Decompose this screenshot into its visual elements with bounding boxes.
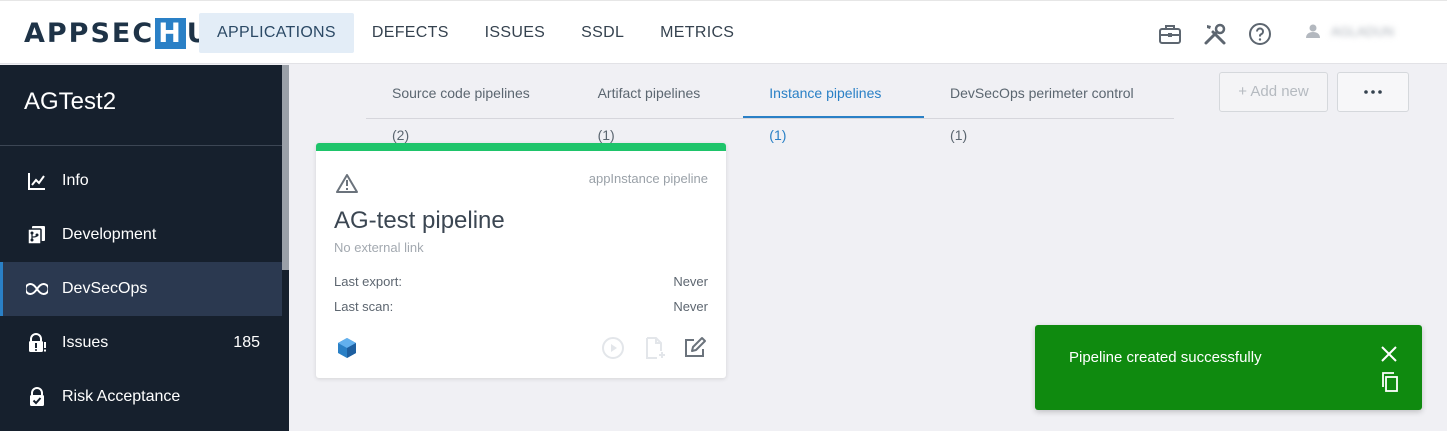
pipeline-card[interactable]: appInstance pipeline AG-test pipeline No…	[316, 143, 726, 378]
briefcase-icon[interactable]	[1157, 21, 1183, 47]
pipeline-type: appInstance pipeline	[588, 171, 708, 186]
tab-source-code-pipelines[interactable]: Source code pipelines (2)	[366, 72, 572, 143]
cube-icon	[334, 335, 360, 361]
sidebar-item-label: Risk Acceptance	[62, 388, 181, 405]
sidebar-item-label: Development	[62, 226, 157, 243]
nav-metrics[interactable]: METRICS	[642, 13, 752, 53]
success-toast: Pipeline created successfully	[1035, 325, 1422, 410]
top-navigation-bar: APPSECHUB APPLICATIONS DEFECTS ISSUES SS…	[0, 0, 1447, 64]
sidebar-item-risk-acceptance[interactable]: Risk Acceptance	[0, 370, 282, 424]
sidebar-item-label: Info	[62, 172, 89, 189]
add-new-button[interactable]: + Add new	[1219, 72, 1328, 112]
user-menu[interactable]: AGLADUN	[1305, 23, 1394, 39]
pipeline-tabs: Source code pipelines (2) Artifact pipel…	[366, 72, 1174, 143]
last-export-value: Never	[673, 274, 708, 289]
pipeline-title: AG-test pipeline	[334, 207, 505, 234]
nav-applications[interactable]: APPLICATIONS	[199, 13, 354, 53]
lock-alert-icon	[26, 332, 48, 354]
play-icon[interactable]	[600, 335, 626, 361]
pipeline-actions	[334, 335, 708, 361]
tab-instance-pipelines[interactable]: Instance pipelines (1)	[743, 72, 925, 143]
logo-h: H	[155, 18, 186, 49]
application-title: AGTest2	[24, 88, 117, 115]
tools-icon[interactable]	[1202, 21, 1228, 47]
sidebar-scrollbar[interactable]	[282, 65, 289, 270]
user-name: AGLADUN	[1331, 23, 1394, 39]
edit-icon[interactable]	[682, 335, 708, 361]
issues-count-badge: 185	[233, 334, 260, 351]
tab-artifact-pipelines[interactable]: Artifact pipelines (1)	[572, 72, 744, 143]
close-icon[interactable]	[1378, 343, 1400, 365]
code-branch-icon	[26, 224, 48, 246]
sidebar-item-devsecops[interactable]: DevSecOps	[0, 262, 282, 316]
header-icons	[1157, 21, 1292, 47]
infinity-icon	[26, 278, 48, 300]
sidebar-item-info[interactable]: Info	[0, 154, 282, 208]
logo-prefix: APPSEC	[24, 18, 155, 49]
last-export-row: Last export: Never	[334, 274, 708, 289]
user-icon	[1306, 24, 1320, 38]
nav-issues[interactable]: ISSUES	[467, 13, 564, 53]
sidebar-item-label: DevSecOps	[62, 280, 148, 297]
nav-ssdl[interactable]: SSDL	[563, 13, 642, 53]
last-export-label: Last export:	[334, 274, 402, 289]
toast-message: Pipeline created successfully	[1069, 349, 1262, 366]
nav-defects[interactable]: DEFECTS	[354, 13, 467, 53]
help-icon[interactable]	[1247, 21, 1273, 47]
main-nav: APPLICATIONS DEFECTS ISSUES SSDL METRICS	[199, 13, 752, 53]
last-scan-row: Last scan: Never	[334, 299, 708, 314]
tab-devsecops-perimeter-control[interactable]: DevSecOps perimeter control (1)	[924, 72, 1174, 143]
sidebar-item-development[interactable]: Development	[0, 208, 282, 262]
more-dots-icon	[1364, 90, 1382, 94]
last-scan-label: Last scan:	[334, 299, 394, 314]
copy-icon[interactable]	[1379, 371, 1401, 393]
last-scan-value: Never	[673, 299, 708, 314]
pipeline-status-bar	[316, 143, 726, 151]
file-add-icon[interactable]	[642, 335, 668, 361]
sidebar-item-issues[interactable]: Issues 185	[0, 316, 282, 370]
lock-check-icon	[26, 386, 48, 408]
pipeline-external-link: No external link	[334, 240, 424, 255]
chart-line-icon	[26, 170, 48, 192]
sidebar-divider	[0, 145, 282, 146]
sidebar-item-label: Issues	[62, 334, 109, 351]
sidebar: AGTest2 Info Development DevSecOps Issue…	[0, 65, 289, 431]
warning-icon	[336, 173, 358, 198]
more-options-button[interactable]	[1337, 72, 1409, 112]
